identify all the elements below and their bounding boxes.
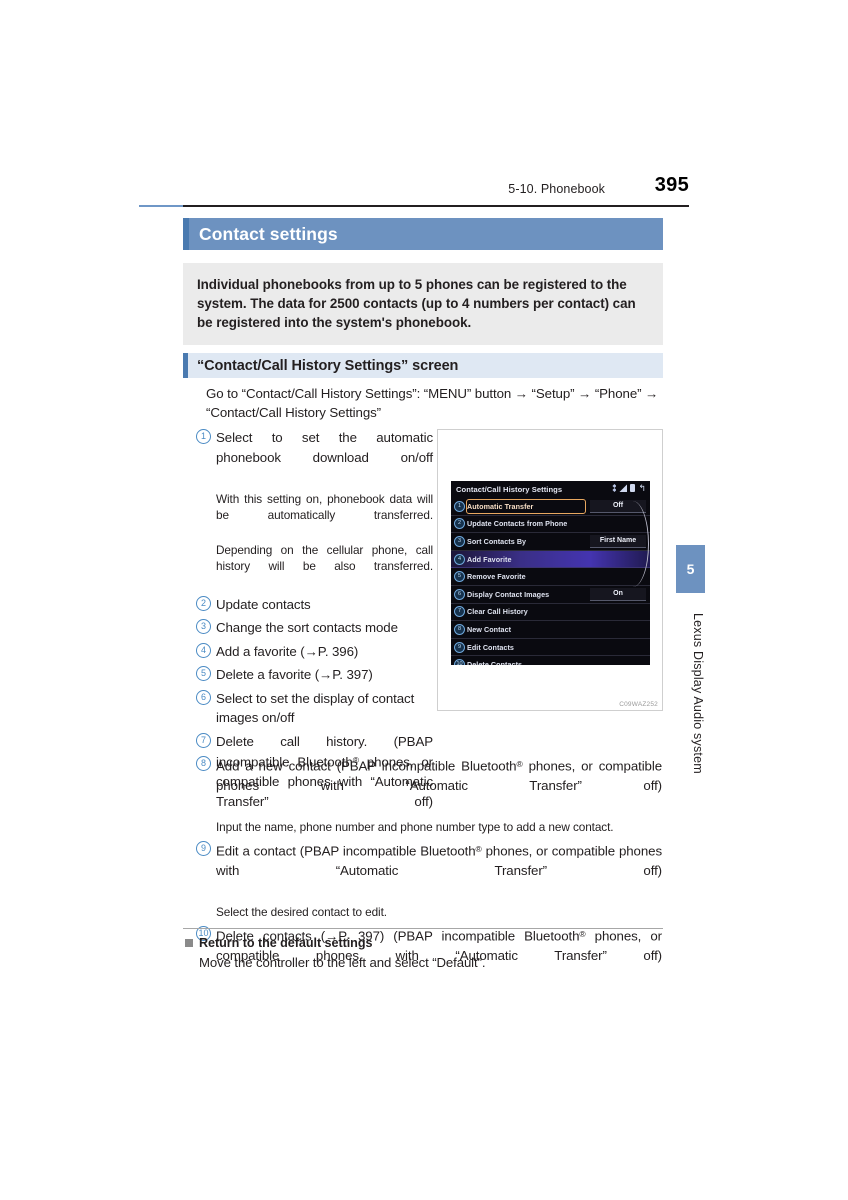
screen-row-badge: 6 (454, 588, 465, 600)
screen-menu-row[interactable]: 3 Sort Contacts By First Name (451, 533, 650, 551)
figure-screen-illustration: Contact/Call History Settings ↰ 1 Automat… (437, 429, 663, 711)
bottom-body-text: Move the controller to the left and sele… (199, 955, 486, 970)
subsection-bar: “Contact/Call History Settings” screen (183, 353, 663, 378)
list-marker-3: 3 (196, 618, 216, 638)
screen-row-badge: 4 (454, 553, 465, 565)
screen-row-badge: 5 (454, 571, 465, 583)
list-text-9a: Edit a contact (PBAP incompatible Blueto… (216, 843, 476, 859)
list-item-4: 4 Add a favorite (→P. 396) (196, 642, 433, 662)
bullet-square-icon (185, 939, 193, 947)
list-note-1b: Depending on the cellular phone, call hi… (216, 542, 433, 573)
list-text-1: Select to set the automatic phonebook do… (216, 430, 433, 465)
bottom-heading: Return to the default settings (185, 936, 372, 950)
navigation-path: Go to “Contact/Call History Settings”: “… (206, 386, 659, 420)
intro-text: Individual phonebooks from up to 5 phone… (197, 277, 636, 330)
screen-row-label: Remove Favorite (467, 572, 526, 582)
screen-row-value[interactable]: First Name (590, 534, 646, 548)
screen-row-label: Add Favorite (467, 554, 512, 564)
list-item-8: 8 Add a new contact (PBAP incompatible B… (196, 755, 662, 815)
screen-menu-row[interactable]: 8 New Contact (451, 621, 650, 639)
running-header: 5-10. Phonebook 395 (183, 174, 689, 206)
page-number: 395 (654, 174, 689, 196)
list-text-4: Add a favorite (→P. 396) (216, 643, 359, 659)
list-marker-9: 9 (196, 840, 216, 860)
list-item-2: 2 Update contacts (196, 595, 433, 615)
header-rule-accent (139, 205, 183, 207)
screen-menu-row[interactable]: 5 Remove Favorite (451, 568, 650, 586)
bottom-heading-text: Return to the default settings (199, 936, 373, 950)
list-marker-5: 5 (196, 665, 216, 685)
screen-row-badge: 7 (454, 606, 465, 618)
header-rule (183, 205, 689, 207)
screen-menu-row[interactable]: 10 Delete Contacts (451, 656, 650, 665)
list-item-5: 5 Delete a favorite (→P. 397) (196, 665, 433, 685)
screen-menu-row[interactable]: 2 Update Contacts from Phone (451, 516, 650, 534)
screen-row-badge: 8 (454, 623, 465, 635)
screen-menu-row[interactable]: 9 Edit Contacts (451, 639, 650, 657)
screen-row-label: Sort Contacts By (467, 536, 527, 546)
list-marker-2: 2 (196, 595, 216, 615)
screen-row-label: Display Contact Images (467, 589, 550, 599)
list-marker-1: 1 (196, 428, 216, 448)
chapter-tab-label: Lexus Display Audio system (691, 612, 705, 774)
screen-menu-row[interactable]: 6 Display Contact Images On (451, 586, 650, 604)
list-text-8: Add a new contact (PBAP incompatible Blu… (216, 755, 662, 815)
screen-row-badge: 10 (454, 659, 465, 665)
screen-row-badge: 9 (454, 641, 465, 653)
bluetooth-icon (612, 484, 617, 492)
screen-row-badge: 2 (454, 518, 465, 530)
signal-icon (619, 484, 628, 492)
battery-icon (630, 484, 636, 492)
back-arrow-icon[interactable]: ↰ (638, 484, 646, 493)
list-marker-6: 6 (196, 689, 216, 709)
list-text-3: Change the sort contacts mode (216, 620, 398, 635)
list-text-6: Select to set the display of contact ima… (216, 690, 415, 726)
page-title: Contact settings (199, 223, 338, 244)
list-text-8a: Add a new contact (PBAP incompatible Blu… (216, 758, 517, 774)
screen-menu-row[interactable]: 4 Add Favorite (451, 550, 650, 569)
screen-status-bar: ↰ (612, 484, 646, 493)
screen-row-label: Automatic Transfer (467, 501, 534, 511)
screen-row-label: Update Contacts from Phone (467, 519, 568, 529)
section-title-bar: Contact settings (183, 218, 663, 250)
list-item-1: 1 Select to set the automatic phonebook … (196, 428, 433, 487)
screen-row-badge: 3 (454, 535, 465, 547)
screen-menu-row[interactable]: 1 Automatic Transfer Off (451, 498, 650, 516)
list-text-2: Update contacts (216, 596, 311, 612)
head-unit-screen: Contact/Call History Settings ↰ 1 Automat… (451, 481, 650, 665)
screen-row-label: Clear Call History (467, 607, 528, 617)
manual-page: 5-10. Phonebook 395 Contact settings Ind… (0, 0, 848, 1200)
screen-row-label: Edit Contacts (467, 642, 514, 652)
list-item-3: 3 Change the sort contacts mode (196, 618, 433, 638)
list-note-8: Input the name, phone number and phone n… (216, 820, 614, 835)
header-chapter: 5-10. Phonebook (508, 182, 605, 196)
chapter-tab-number[interactable]: 5 (676, 545, 705, 593)
list-item-6: 6 Select to set the display of contact i… (196, 689, 433, 728)
list-note-9: Select the desired contact to edit. (216, 905, 387, 920)
figure-code: C09WAZ252 (619, 701, 658, 708)
screen-menu-row[interactable]: 7 Clear Call History (451, 604, 650, 622)
list-note-1a: With this setting on, phonebook data wil… (216, 491, 433, 522)
list-marker-7: 7 (196, 732, 216, 752)
screen-title: Contact/Call History Settings (456, 485, 563, 494)
screen-row-badge: 1 (454, 500, 465, 512)
screen-row-value[interactable]: On (590, 587, 646, 601)
bottom-divider (183, 928, 663, 929)
intro-callout: Individual phonebooks from up to 5 phone… (183, 263, 663, 345)
list-text-9: Edit a contact (PBAP incompatible Blueto… (216, 840, 662, 900)
list-marker-4: 4 (196, 642, 216, 662)
screen-row-label: Delete Contacts (467, 660, 523, 665)
list-item-9: 9 Edit a contact (PBAP incompatible Blue… (196, 840, 662, 900)
screen-row-value[interactable]: Off (590, 499, 646, 513)
list-marker-8: 8 (196, 755, 216, 775)
subsection-title: “Contact/Call History Settings” screen (197, 357, 459, 374)
screen-row-label: New Contact (467, 624, 512, 634)
screen-menu-list: 1 Automatic Transfer Off 2 Update Contacts f… (451, 498, 650, 665)
list-text-5: Delete a favorite (→P. 397) (216, 667, 373, 682)
